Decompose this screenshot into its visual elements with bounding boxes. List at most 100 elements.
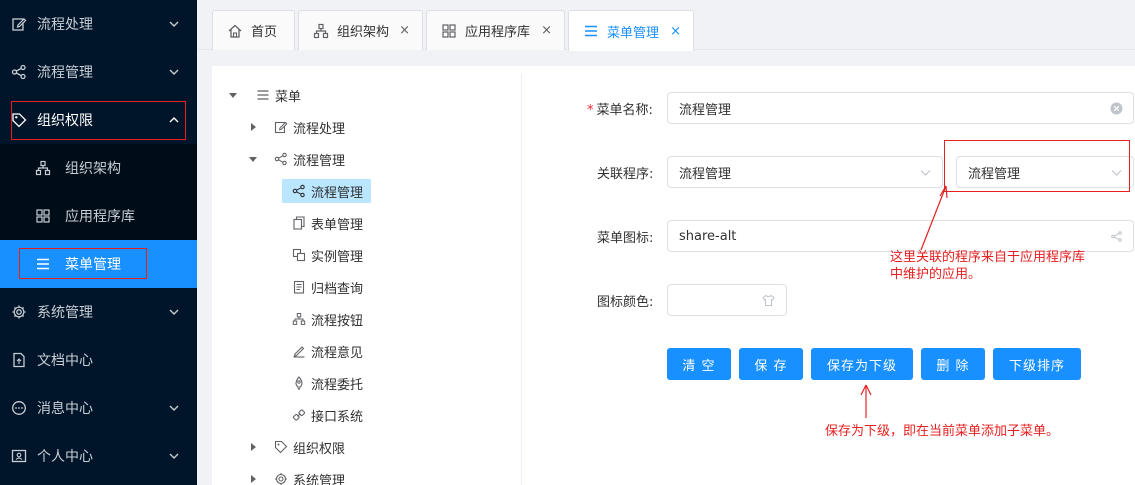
tree-node-label: 组织权限 (293, 441, 346, 457)
menu-name-label-text: 菜单名称: (596, 103, 653, 118)
tab-label: 菜单管理 (607, 25, 660, 41)
tree-node-label: 系统管理 (293, 473, 346, 485)
sidebar-item-label: 流程管理 (37, 65, 93, 81)
tree-node-archive-query[interactable]: 归档查询 (282, 275, 402, 299)
block-icon (292, 248, 306, 262)
tab-label: 组织架构 (337, 25, 390, 40)
menu-name-label: * 菜单名称: (587, 99, 653, 118)
tab-org-structure[interactable]: 组织架构 × (298, 10, 423, 50)
menu-icon (35, 256, 51, 272)
sidebar-item-org-structure[interactable]: 组织架构 (0, 144, 197, 192)
tree-node-label: 菜单 (275, 89, 302, 105)
tag-icon (274, 440, 288, 454)
tab-menu-manage[interactable]: 菜单管理 × (568, 10, 694, 51)
chevron-down-icon (168, 18, 180, 30)
tree-node-label: 接口系统 (311, 409, 364, 425)
sidebar-item-label: 流程处理 (37, 17, 93, 33)
edit-icon (274, 120, 288, 134)
tab-app-library[interactable]: 应用程序库 × (426, 10, 565, 50)
tree-node-flow-opinion[interactable]: 流程意见 (282, 339, 402, 363)
program-select-2-value: 流程管理 (968, 166, 1021, 182)
save-child-annotation: 保存为下级，即在当前菜单添加子菜单。 (825, 424, 1060, 439)
delete-button[interactable]: 删 除 (921, 348, 985, 380)
tree-node-label: 流程委托 (311, 377, 364, 393)
org-icon (313, 23, 329, 39)
chevron-down-icon (168, 306, 180, 318)
tree-node-flow-manage-selected[interactable]: 流程管理 (282, 179, 371, 203)
edit-icon (11, 16, 27, 32)
gear-icon (274, 472, 288, 485)
program-annotation-line1: 这里关联的程序来自于应用程序库 (890, 250, 1086, 265)
share-icon (11, 64, 27, 80)
tab-label: 应用程序库 (465, 25, 531, 40)
sort-children-button[interactable]: 下级排序 (993, 348, 1081, 380)
tree-node-instance-manage[interactable]: 实例管理 (282, 243, 402, 267)
caret-right-icon (248, 474, 258, 484)
share-icon (1110, 230, 1123, 243)
program-select-1[interactable]: 流程管理 (667, 156, 943, 188)
save-as-child-button[interactable]: 保存为下级 (811, 348, 913, 380)
tab-label: 首页 (251, 25, 278, 40)
program-annotation-line2: 中维护的应用。 (890, 267, 982, 282)
caret-right-icon (248, 122, 258, 132)
tree-node-label: 流程意见 (311, 345, 364, 361)
required-mark: * (587, 103, 594, 118)
sidebar-item-personal-center[interactable]: 个人中心 (0, 432, 197, 480)
save-button[interactable]: 保 存 (739, 348, 803, 380)
sidebar-item-flow-manage[interactable]: 流程管理 (0, 48, 197, 96)
tree-node-flow-delegate[interactable]: 流程委托 (282, 371, 402, 395)
grid-icon (441, 23, 457, 39)
sidebar-item-app-library[interactable]: 应用程序库 (0, 192, 197, 240)
sidebar-item-doc-center[interactable]: 文档中心 (0, 336, 197, 384)
tab-home[interactable]: 首页 (212, 10, 295, 50)
tree-node-form-manage[interactable]: 表单管理 (282, 211, 402, 235)
tree-node-flow-manage[interactable]: 流程管理 (246, 147, 406, 171)
tree-node-label: 流程管理 (293, 153, 346, 169)
chevron-down-icon (919, 166, 932, 179)
divider (521, 74, 522, 485)
user-card-icon (11, 448, 27, 464)
sidebar-item-label: 组织权限 (37, 113, 93, 129)
sidebar-item-label: 应用程序库 (65, 209, 135, 225)
chevron-down-icon (168, 450, 180, 462)
sidebar-item-flow-process[interactable]: 流程处理 (0, 0, 197, 48)
close-icon[interactable]: × (399, 23, 410, 38)
tree-node-root[interactable]: 菜单 (228, 83, 388, 107)
sidebar-item-menu-manage[interactable]: 菜单管理 (0, 240, 197, 288)
tree-node-org-permission[interactable]: 组织权限 (246, 435, 406, 459)
sidebar-item-system-manage[interactable]: 系统管理 (0, 288, 197, 336)
file-text-icon (292, 280, 306, 294)
menu-icon-input[interactable]: share-alt (667, 220, 1134, 252)
sidebar-item-label: 菜单管理 (65, 257, 121, 273)
program-select-2[interactable]: 流程管理 (956, 156, 1134, 188)
menu-name-input[interactable]: 流程管理 (667, 92, 1134, 124)
icon-color-picker[interactable] (667, 284, 787, 316)
clear-button[interactable]: 清 空 (667, 348, 731, 380)
caret-down-icon (248, 154, 258, 164)
sidebar-item-label: 文档中心 (37, 353, 93, 369)
sidebar: 流程处理 流程管理 组织权限 组织架构 应用程序库 菜单管理 系统管理 文档中心… (0, 0, 197, 485)
tree-node-label: 流程按钮 (311, 313, 364, 329)
program-select-1-value: 流程管理 (679, 166, 732, 182)
tree-node-label: 实例管理 (311, 249, 364, 265)
clear-icon[interactable] (1110, 102, 1123, 115)
org-icon (292, 312, 306, 326)
tree-node-flow-process[interactable]: 流程处理 (246, 115, 406, 139)
tree-node-flow-buttons[interactable]: 流程按钮 (282, 307, 402, 331)
tag-icon (11, 112, 27, 128)
tree-node-label: 流程处理 (293, 121, 346, 137)
tree-node-system-manage[interactable]: 系统管理 (246, 467, 406, 485)
close-icon[interactable]: × (670, 24, 681, 39)
sidebar-item-org-permission[interactable]: 组织权限 (0, 96, 197, 144)
message-icon (11, 400, 27, 416)
menu-icon (256, 88, 270, 102)
caret-down-icon (228, 90, 238, 100)
tree-node-interface-system[interactable]: 接口系统 (282, 403, 402, 427)
sidebar-item-message-center[interactable]: 消息中心 (0, 384, 197, 432)
menu-icon (583, 23, 599, 39)
caret-right-icon (248, 442, 258, 452)
pen-icon (292, 344, 306, 358)
close-icon[interactable]: × (541, 23, 552, 38)
chevron-down-icon (1110, 166, 1123, 179)
sidebar-item-label: 个人中心 (37, 449, 93, 465)
